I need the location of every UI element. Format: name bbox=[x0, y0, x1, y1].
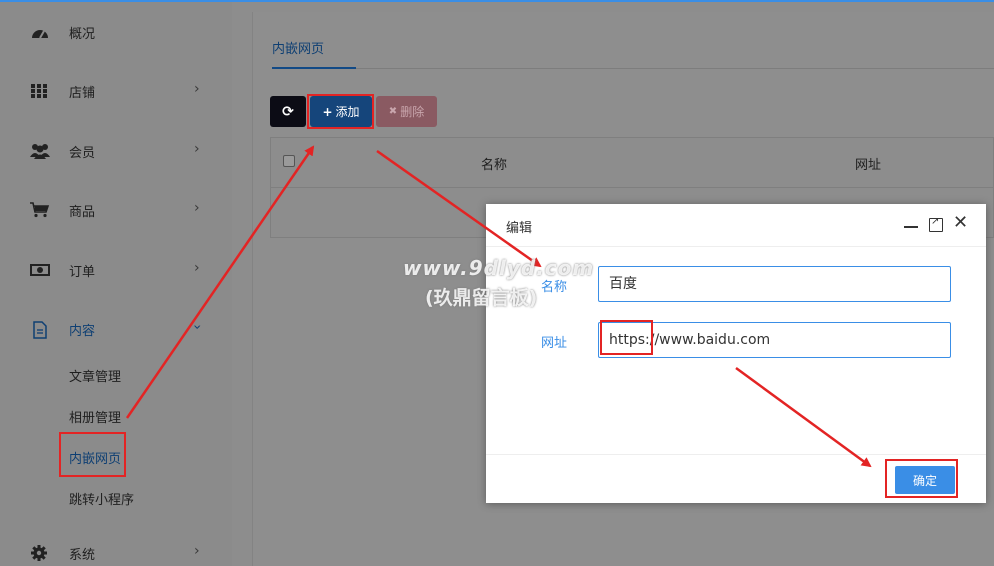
refresh-icon: ⟳ bbox=[282, 103, 294, 120]
sidebar-item-system[interactable]: 系统 › bbox=[0, 533, 232, 566]
chevron-down-icon: › bbox=[188, 324, 205, 330]
chevron-right-icon: › bbox=[194, 200, 200, 216]
gear-icon bbox=[30, 545, 50, 561]
sidebar-item-label: 内容 bbox=[69, 324, 96, 339]
users-icon bbox=[30, 143, 50, 159]
tab-embedded-pages[interactable]: 内嵌网页 bbox=[272, 38, 324, 57]
tab-active-indicator bbox=[272, 67, 356, 69]
sidebar-item-overview[interactable]: 概况 bbox=[0, 12, 232, 52]
sidebar-item-label: 系统 bbox=[69, 548, 96, 563]
name-field[interactable]: 百度 bbox=[598, 266, 951, 302]
grid-icon bbox=[30, 83, 50, 99]
close-icon: ✖ bbox=[388, 106, 398, 117]
sidebar-item-content[interactable]: 内容 › bbox=[0, 309, 232, 349]
dialog-title: 编辑 bbox=[506, 221, 533, 236]
dialog-header-divider bbox=[486, 246, 986, 247]
dialog-footer-divider bbox=[486, 454, 986, 455]
column-header-name: 名称 bbox=[481, 158, 508, 173]
cart-icon bbox=[30, 202, 50, 218]
dashboard-icon bbox=[30, 24, 50, 40]
sidebar-sub-miniprogram[interactable]: 跳转小程序 bbox=[69, 489, 134, 508]
sidebar-item-label: 概况 bbox=[69, 27, 96, 42]
sidebar-item-label: 会员 bbox=[69, 146, 96, 161]
document-icon bbox=[30, 321, 50, 339]
annotation-box-confirm bbox=[885, 459, 958, 498]
sidebar-item-products[interactable]: 商品 › bbox=[0, 190, 232, 230]
delete-button-label: 删除 bbox=[400, 105, 425, 119]
delete-button[interactable]: ✖ 删除 bbox=[376, 96, 437, 127]
chevron-right-icon: › bbox=[194, 260, 200, 276]
chevron-right-icon: › bbox=[194, 543, 200, 559]
select-all-checkbox[interactable] bbox=[283, 155, 295, 167]
url-field-label: 网址 bbox=[541, 336, 568, 351]
sidebar-item-label: 店铺 bbox=[69, 86, 96, 101]
watermark-url: www.9dlyd.com bbox=[403, 256, 595, 280]
close-icon[interactable]: ✕ bbox=[953, 214, 968, 232]
table-header-row: 名称 网址 bbox=[271, 138, 994, 188]
sidebar-sub-articles[interactable]: 文章管理 bbox=[69, 366, 121, 385]
sidebar-item-store[interactable]: 店铺 › bbox=[0, 71, 232, 111]
annotation-box-embedded bbox=[59, 432, 126, 477]
sidebar-item-label: 订单 bbox=[69, 265, 96, 280]
sidebar-item-orders[interactable]: 订单 › bbox=[0, 250, 232, 290]
money-icon bbox=[30, 262, 50, 278]
sidebar-sub-albums[interactable]: 相册管理 bbox=[69, 407, 121, 426]
refresh-button[interactable]: ⟳ bbox=[270, 96, 306, 127]
minimize-icon[interactable] bbox=[904, 226, 918, 228]
column-header-url: 网址 bbox=[855, 158, 882, 173]
sidebar-item-label: 商品 bbox=[69, 205, 96, 220]
chevron-right-icon: › bbox=[194, 141, 200, 157]
chevron-right-icon: › bbox=[194, 81, 200, 97]
watermark-name: (玖鼎留言板) bbox=[425, 287, 538, 309]
tab-divider bbox=[272, 68, 994, 69]
maximize-icon[interactable] bbox=[929, 216, 943, 232]
sidebar-item-members[interactable]: 会员 › bbox=[0, 131, 232, 171]
annotation-box-https bbox=[600, 320, 653, 355]
annotation-box-add bbox=[307, 94, 374, 129]
